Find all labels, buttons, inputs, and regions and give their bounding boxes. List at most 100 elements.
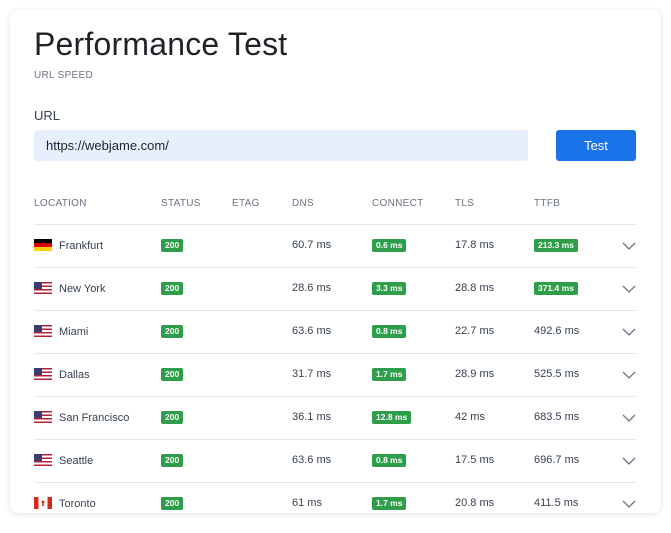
chevron-down-stroke [622,457,636,465]
status-badge: 200 [161,368,184,381]
column-header-etag: ETAG [232,198,260,209]
chevron-down-icon[interactable] [622,284,636,294]
ttfb-value: 683.5 ms [534,411,580,423]
location-name: Seattle [59,455,94,467]
ttfb-badge: 213.3 ms [534,239,578,252]
flag-ca-icon [34,497,52,509]
column-header-ttfb: TTFB [534,198,561,209]
dns-cell: 63.6 ms [292,325,332,337]
location-name: Toronto [59,498,96,510]
column-header-status: STATUS [161,198,201,209]
flag-de-icon [34,239,52,251]
url-input[interactable] [34,130,528,161]
connect-badge: 0.8 ms [372,454,407,467]
ttfb-cell: 696.7 ms [534,454,579,466]
chevron-down-icon[interactable] [622,327,636,337]
table-row[interactable]: Seattle 200 63.6 ms 0.8 ms 17.5 ms 696.7 ms [34,440,636,483]
chevron-down-icon[interactable] [622,370,636,380]
test-button[interactable]: Test [556,130,636,161]
status-cell: 200 [161,325,184,338]
table-body: Frankfurt 200 60.7 ms 0.6 ms 17.8 ms 213.3 ms… [34,225,636,513]
location-cell: Toronto [34,497,96,510]
ttfb-cell: 492.6 ms [534,325,579,337]
chevron-down-icon[interactable] [622,456,636,466]
connect-cell: 0.8 ms [372,454,407,467]
ttfb-cell: 411.5 ms [534,497,578,509]
ttfb-value: 696.7 ms [534,454,580,466]
tls-cell: 28.8 ms [455,282,495,294]
connect-badge: 1.7 ms [372,497,407,510]
connect-cell: 12.8 ms [372,411,412,424]
location-cell: Seattle [34,454,93,467]
column-header-connect: CONNECT [372,198,424,209]
connect-cell: 0.6 ms [372,239,407,252]
performance-test-card: Performance Test URL SPEED URL Test LOCA… [10,10,661,513]
location-name: New York [59,283,106,295]
status-badge: 200 [161,239,184,252]
location-cell: San Francisco [34,411,129,424]
page-subtitle: URL SPEED [34,70,94,81]
tls-cell: 17.5 ms [455,454,495,466]
flag-us-icon [34,454,52,466]
dns-cell: 60.7 ms [292,239,332,251]
ttfb-badge: 371.4 ms [534,282,578,295]
chevron-down-stroke [622,414,636,422]
results-table: LOCATION STATUS ETAG DNS CONNECT TLS TTF… [34,182,636,513]
ttfb-value: 411.5 ms [534,497,579,509]
location-cell: Dallas [34,368,90,381]
table-row[interactable]: Frankfurt 200 60.7 ms 0.6 ms 17.8 ms 213.3 ms [34,225,636,268]
chevron-down-stroke [622,328,636,336]
location-name: Miami [59,326,89,338]
table-row[interactable]: Toronto 200 61 ms 1.7 ms 20.8 ms 411.5 ms [34,483,636,513]
connect-cell: 1.7 ms [372,497,407,510]
dns-cell: 28.6 ms [292,282,332,294]
dns-cell: 31.7 ms [292,368,332,380]
status-badge: 200 [161,325,184,338]
table-header: LOCATION STATUS ETAG DNS CONNECT TLS TTF… [34,182,636,225]
status-cell: 200 [161,411,184,424]
status-cell: 200 [161,368,184,381]
tls-cell: 20.8 ms [455,497,495,509]
connect-badge: 0.8 ms [372,325,407,338]
dns-cell: 61 ms [292,497,322,509]
table-row[interactable]: Dallas 200 31.7 ms 1.7 ms 28.9 ms 525.5 ms [34,354,636,397]
status-badge: 200 [161,411,184,424]
ttfb-value: 525.5 ms [534,368,580,380]
column-header-dns: DNS [292,198,315,209]
ttfb-cell: 371.4 ms [534,282,578,295]
tls-cell: 22.7 ms [455,325,495,337]
chevron-down-icon[interactable] [622,499,636,509]
connect-cell: 0.8 ms [372,325,407,338]
status-badge: 200 [161,497,184,510]
connect-cell: 1.7 ms [372,368,407,381]
flag-us-icon [34,282,52,294]
status-cell: 200 [161,239,184,252]
tls-cell: 28.9 ms [455,368,495,380]
flag-us-icon [34,411,52,423]
dns-cell: 36.1 ms [292,411,332,423]
flag-us-icon [34,368,52,380]
connect-badge: 3.3 ms [372,282,407,295]
table-row[interactable]: New York 200 28.6 ms 3.3 ms 28.8 ms 371.4 ms [34,268,636,311]
column-header-location: LOCATION [34,198,87,209]
status-badge: 200 [161,454,184,467]
status-cell: 200 [161,497,184,510]
table-row[interactable]: San Francisco 200 36.1 ms 12.8 ms 42 ms 683.5… [34,397,636,440]
page-title: Performance Test [34,26,288,62]
column-header-tls: TLS [455,198,475,209]
chevron-down-icon[interactable] [622,241,636,251]
chevron-down-stroke [622,285,636,293]
location-name: Dallas [59,369,90,381]
dns-cell: 63.6 ms [292,454,332,466]
chevron-down-icon[interactable] [622,413,636,423]
ttfb-cell: 213.3 ms [534,239,578,252]
location-name: San Francisco [59,412,130,424]
location-cell: Miami [34,325,88,338]
connect-cell: 3.3 ms [372,282,407,295]
ttfb-value: 492.6 ms [534,325,580,337]
location-name: Frankfurt [59,240,104,252]
table-row[interactable]: Miami 200 63.6 ms 0.8 ms 22.7 ms 492.6 ms [34,311,636,354]
flag-us-icon [34,325,52,337]
tls-cell: 17.8 ms [455,239,495,251]
url-label: URL [34,108,61,123]
